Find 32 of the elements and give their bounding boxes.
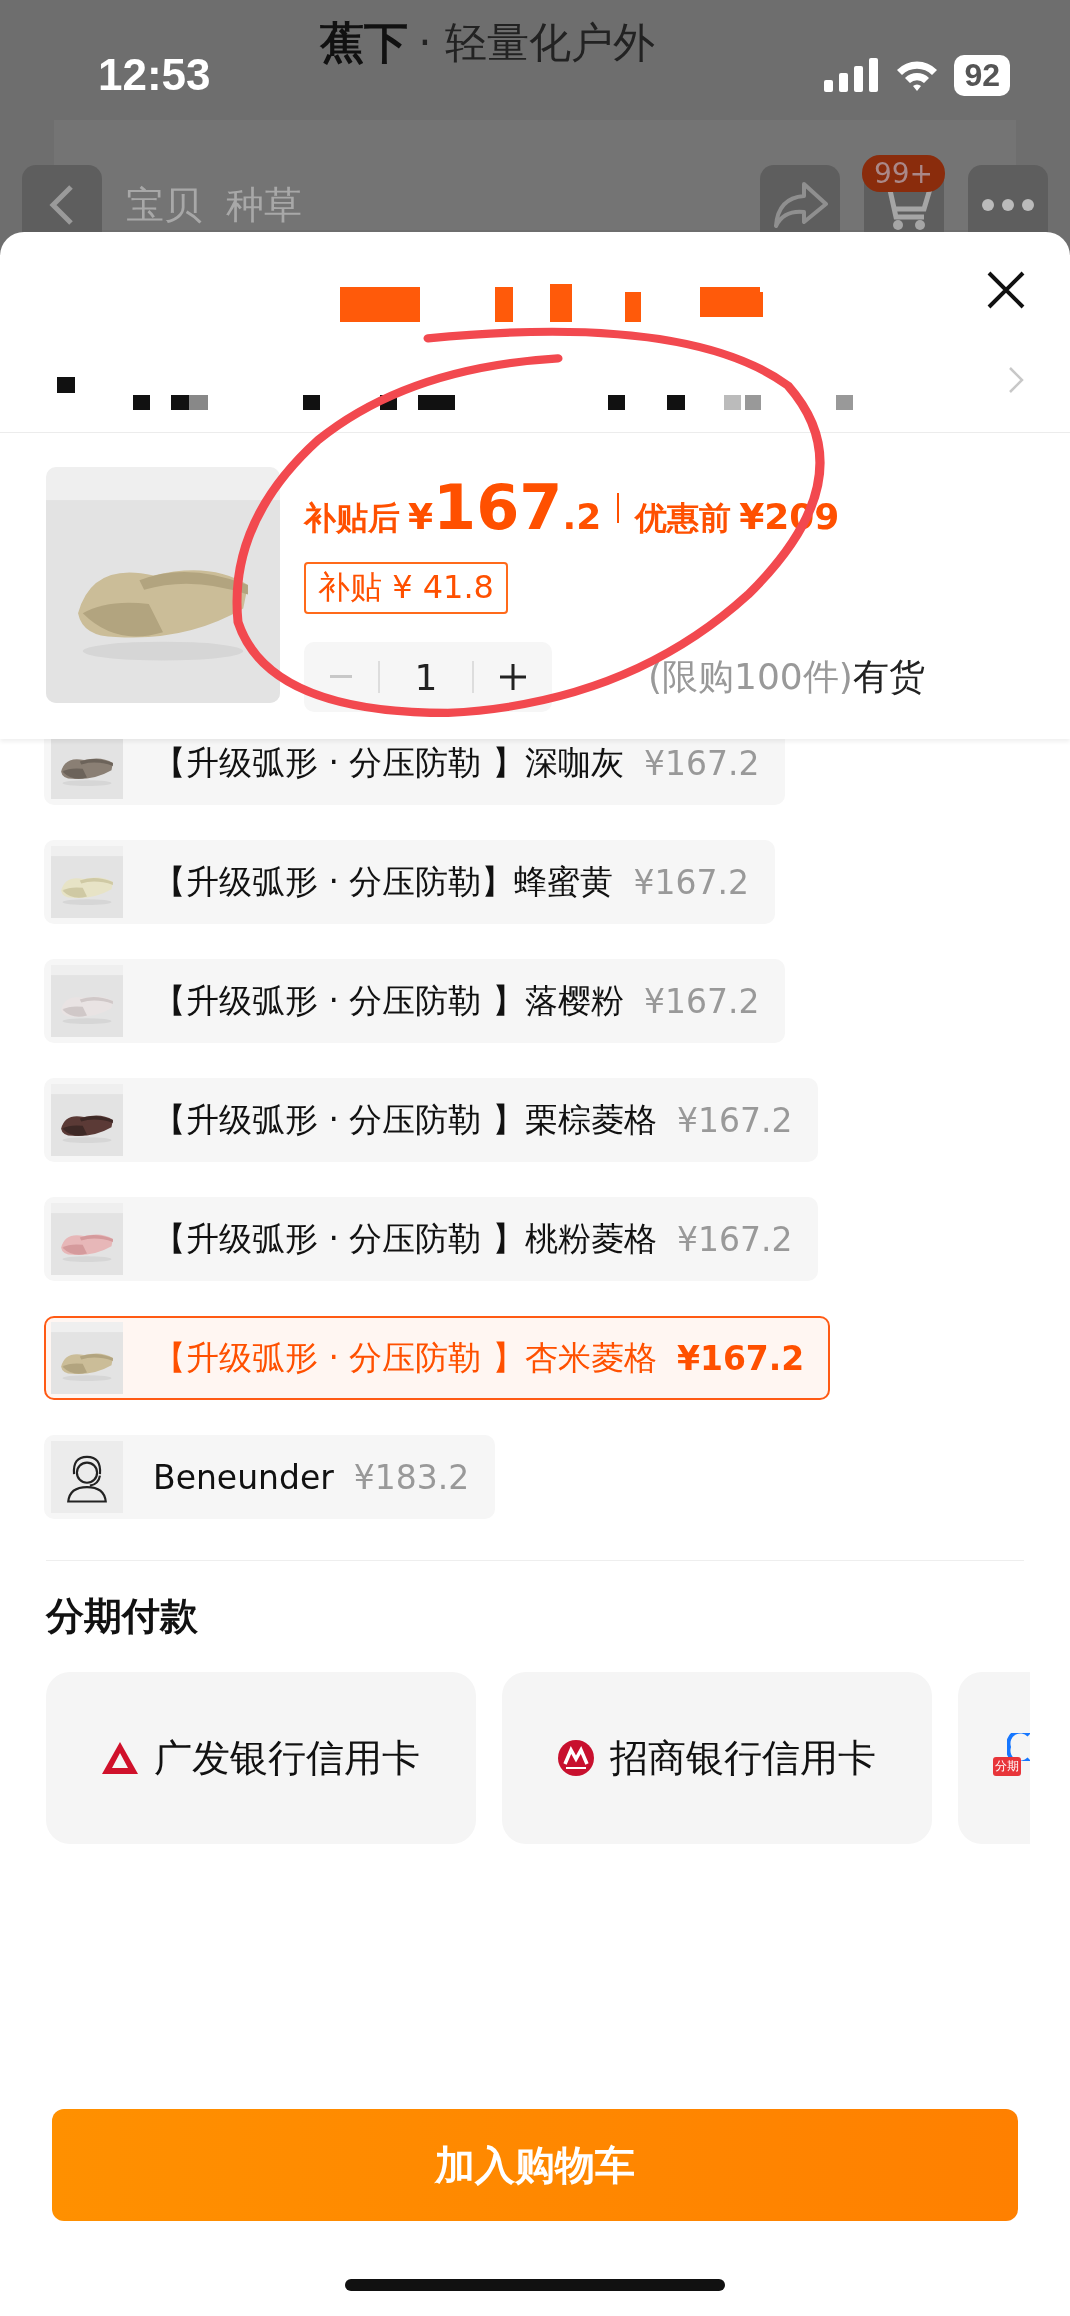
subsidized-price: ¥167.2	[408, 471, 602, 544]
purchase-limit: (限购100件)	[648, 654, 853, 699]
signal-icon	[824, 58, 881, 92]
variant-option[interactable]: 【升级弧形 · 分压防勒 】深咖灰 ¥167.2	[44, 739, 786, 805]
battery-indicator: 92	[954, 54, 1010, 96]
original-price-label: 优惠前	[635, 498, 732, 539]
variant-option[interactable]: 【升级弧形 · 分压防勒 】栗棕菱格 ¥167.2	[44, 1078, 819, 1162]
variant-option[interactable]: 【升级弧形 · 分压防勒 】落樱粉 ¥167.2	[44, 959, 786, 1043]
headset-person-icon	[51, 1441, 123, 1513]
price-label: 补贴后	[304, 498, 400, 539]
plus-icon[interactable]	[500, 664, 526, 690]
status-time: 12:53	[98, 50, 211, 100]
stock-status: 有货	[852, 654, 925, 699]
installment-option[interactable]: 分期	[958, 1672, 1030, 1844]
subsidy-tag: 补贴 ¥ 41.8	[304, 562, 508, 614]
payment-logo-icon	[1007, 1733, 1030, 1761]
variant-option[interactable]: 【升级弧形 · 分压防勒】蜂蜜黄 ¥167.2	[44, 840, 775, 924]
installment-option[interactable]: 广发银行信用卡	[46, 1672, 476, 1844]
more-icon	[980, 198, 1036, 212]
variant-option[interactable]: 【升级弧形 · 分压防勒 】桃粉菱格 ¥167.2	[44, 1197, 819, 1281]
installment-option[interactable]: 招商银行信用卡	[502, 1672, 932, 1844]
installment-badge: 分期	[993, 1757, 1021, 1776]
variant-option[interactable]: Beneunder ¥183.2	[44, 1435, 496, 1519]
share-icon	[772, 180, 828, 230]
bank-logo-icon	[102, 1742, 138, 1774]
bank-logo-icon	[558, 1740, 594, 1776]
quantity-value[interactable]: 1	[406, 656, 446, 698]
section-title: 分期付款	[46, 1593, 199, 1640]
close-icon[interactable]	[986, 270, 1026, 310]
brand-slogan: · 轻量化户外	[418, 17, 655, 69]
cart-badge: 99+	[861, 155, 945, 192]
brand-logo: 蕉下	[320, 15, 409, 70]
